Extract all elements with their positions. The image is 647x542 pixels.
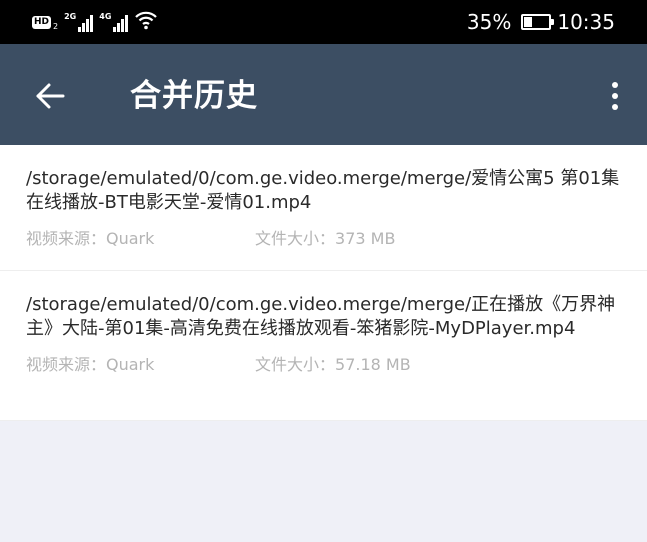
list-item[interactable]: /storage/emulated/0/com.ge.video.merge/m… bbox=[0, 145, 647, 271]
app-bar: 合并历史 bbox=[0, 44, 647, 145]
file-size-label: 文件大小： bbox=[255, 355, 336, 374]
file-path: /storage/emulated/0/com.ge.video.merge/m… bbox=[26, 168, 620, 213]
item-meta: 视频来源：Quark 文件大小：373 MB bbox=[26, 229, 621, 249]
signal-4g-label: 4G bbox=[99, 12, 112, 21]
clock: 10:35 bbox=[557, 10, 615, 34]
battery-percent: 35% bbox=[466, 10, 512, 34]
page-title: 合并历史 bbox=[130, 78, 258, 114]
signal-2g-label: 2G bbox=[64, 12, 77, 21]
status-bar: HD 2 2G 4G 35% ⚡ 10:35 bbox=[0, 0, 647, 44]
file-size-value: 57.18 MB bbox=[335, 355, 411, 374]
merge-history-list: /storage/emulated/0/com.ge.video.merge/m… bbox=[0, 145, 647, 421]
item-meta: 视频来源：Quark 文件大小：57.18 MB bbox=[26, 355, 621, 375]
wifi-icon bbox=[134, 10, 158, 34]
signal-2g-icon: 2G bbox=[64, 12, 94, 32]
battery-fill bbox=[524, 17, 533, 27]
more-options-button[interactable] bbox=[603, 74, 627, 118]
list-item[interactable]: /storage/emulated/0/com.ge.video.merge/m… bbox=[0, 271, 647, 421]
file-size-value: 373 MB bbox=[335, 229, 396, 248]
video-source-label: 视频来源： bbox=[26, 229, 107, 248]
status-right: 35% ⚡ 10:35 bbox=[467, 8, 615, 36]
more-vertical-icon bbox=[612, 82, 618, 88]
battery-icon: ⚡ bbox=[521, 14, 555, 30]
arrow-left-icon bbox=[36, 83, 65, 109]
file-size: 文件大小：57.18 MB bbox=[255, 355, 411, 375]
charging-bolt-icon: ⚡ bbox=[532, 15, 541, 29]
status-left: HD 2 2G 4G bbox=[32, 10, 158, 34]
signal-4g-icon: 4G bbox=[99, 12, 129, 32]
hd-voice-sub: 2 bbox=[53, 21, 59, 31]
video-source: 视频来源：Quark bbox=[26, 229, 255, 249]
back-button[interactable] bbox=[26, 72, 74, 120]
video-source-value: Quark bbox=[106, 355, 155, 374]
file-size: 文件大小：373 MB bbox=[255, 229, 395, 249]
video-source: 视频来源：Quark bbox=[26, 355, 255, 375]
file-path: /storage/emulated/0/com.ge.video.merge/m… bbox=[26, 294, 616, 339]
file-size-label: 文件大小： bbox=[255, 229, 336, 248]
video-source-label: 视频来源： bbox=[26, 355, 107, 374]
video-source-value: Quark bbox=[106, 229, 155, 248]
hd-voice-icon: HD bbox=[32, 15, 52, 29]
